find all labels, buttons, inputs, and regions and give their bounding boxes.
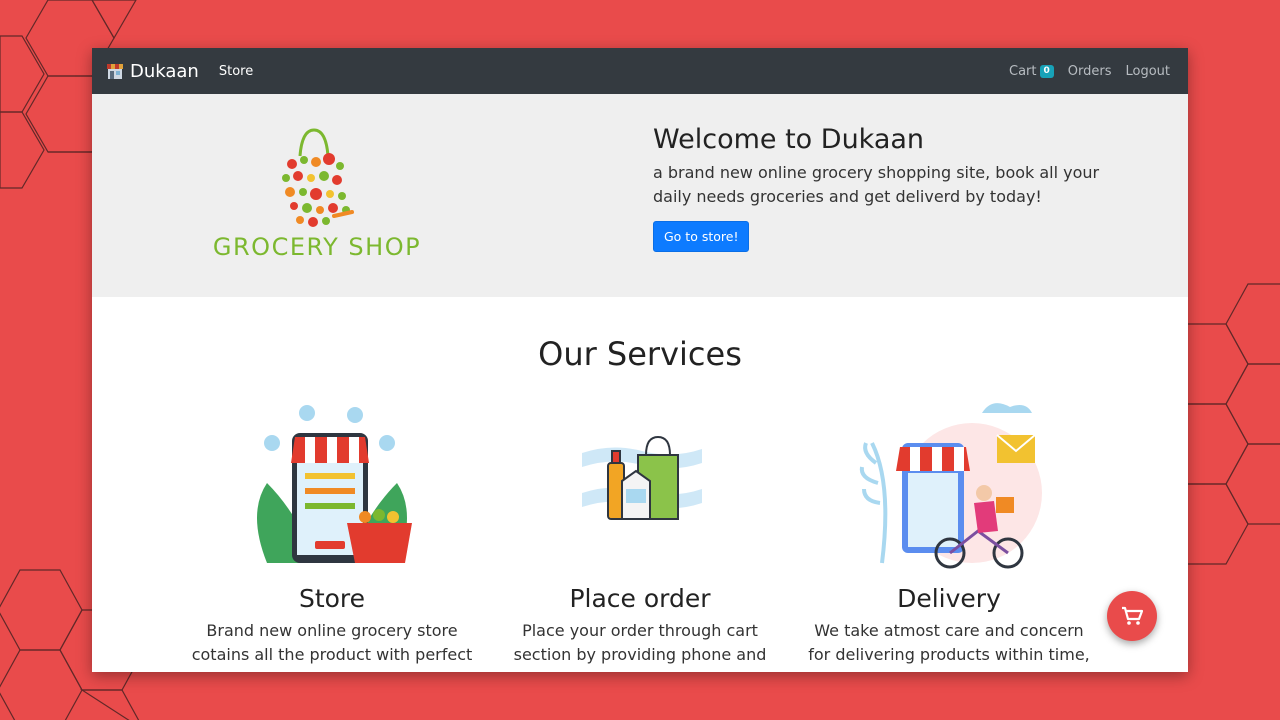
nav-orders-link[interactable]: Orders [1068,64,1112,79]
service-store-title: Store [298,584,366,613]
service-place-order-title: Place order [569,584,711,613]
shopping-bag-icon [582,435,702,520]
hero-title: Welcome to Dukaan [653,124,925,155]
browser-window: Dukaan Store Cart 0 Orders Logout GROCER… [92,48,1188,672]
service-store: Store Brand new online grocery store cot… [182,584,482,667]
brand-name: Dukaan [130,60,199,82]
nav-right: Cart 0 Orders Logout [995,64,1170,79]
floating-cart-button[interactable] [1107,591,1157,641]
brand-link[interactable]: Dukaan [106,61,199,82]
cart-label: Cart [1009,63,1037,79]
service-store-desc: Brand new online grocery store cotains a… [191,621,473,664]
navbar: Dukaan Store Cart 0 Orders Logout [92,48,1188,94]
service-delivery: Delivery We take atmost care and concern… [804,584,1094,667]
nav-cart-link[interactable]: Cart 0 [1009,64,1054,79]
service-place-order-desc: Place your order through cart section by… [513,621,767,664]
services-title: Our Services [538,335,742,373]
service-delivery-title: Delivery [897,584,1001,613]
cart-count-badge: 0 [1039,64,1054,78]
cart-icon [1122,606,1143,625]
hero-section: GROCERY SHOP Welcome to Dukaan a brand n… [92,94,1188,297]
shop-logo-icon [107,64,123,79]
hero-subtitle: a brand new online grocery shopping site… [653,163,1100,206]
service-place-order: Place order Place your order through car… [495,584,785,667]
storefront-phone-icon [257,405,412,563]
service-delivery-desc: We take atmost care and concern for deli… [808,621,1090,664]
hero-text: Welcome to Dukaan a brand new online gro… [653,124,1123,252]
logo-text: GROCERY SHOP [213,233,421,261]
grocery-shop-logo: GROCERY SHOP [213,128,421,261]
go-to-store-button[interactable]: Go to store! [653,221,750,252]
nav-store-link[interactable]: Store [219,64,253,79]
delivery-bike-icon [859,403,1042,569]
nav-logout-link[interactable]: Logout [1125,64,1170,79]
